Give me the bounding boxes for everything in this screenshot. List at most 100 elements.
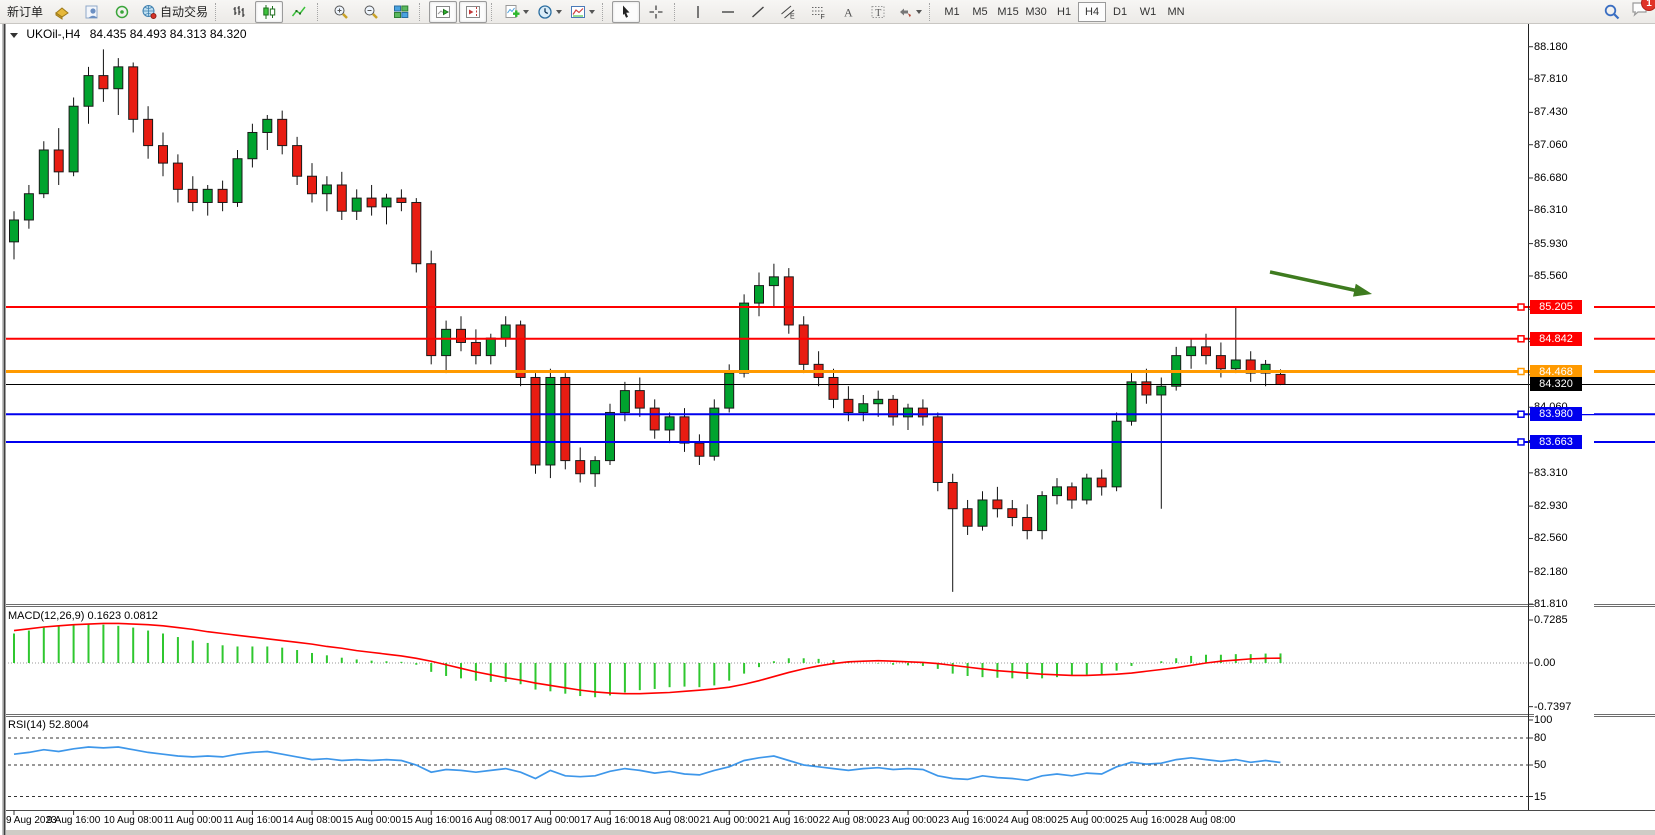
templates-button[interactable] xyxy=(567,1,598,23)
timeframe-mn-button[interactable]: MN xyxy=(1162,2,1190,22)
search-icon[interactable] xyxy=(1603,3,1621,21)
timeframe-m5-button[interactable]: M5 xyxy=(966,2,994,22)
price-tick-label: 87.060 xyxy=(1534,138,1594,152)
chat-button[interactable]: 1 xyxy=(1631,1,1649,22)
label-t-icon: T xyxy=(870,4,886,20)
cursor-button[interactable] xyxy=(612,1,640,23)
signal-icon xyxy=(114,4,130,20)
equidistant-channel-button[interactable]: E xyxy=(774,1,802,23)
dropdown-caret-icon[interactable] xyxy=(916,10,922,14)
fibonacci-button[interactable]: F xyxy=(804,1,832,23)
price-tick-label: 86.680 xyxy=(1534,171,1594,185)
trend-arrow[interactable] xyxy=(1270,272,1372,297)
tile-windows-button[interactable] xyxy=(387,1,415,23)
toolbar-separator xyxy=(317,3,323,21)
macd-tick-label: -0.7397 xyxy=(1534,700,1594,714)
line-handle[interactable] xyxy=(1518,439,1524,445)
trendline-button[interactable] xyxy=(744,1,772,23)
rsi-tick-label: 100 xyxy=(1534,713,1594,727)
macd-tick-label: 0.7285 xyxy=(1534,613,1594,627)
dropdown-caret-icon[interactable] xyxy=(589,10,595,14)
profile-icon xyxy=(84,4,100,20)
auto-trading-label: 自动交易 xyxy=(160,3,208,20)
line-handle[interactable] xyxy=(1518,369,1524,375)
vertical-line-button[interactable] xyxy=(684,1,712,23)
chart-ohlc: 84.435 84.493 84.313 84.320 xyxy=(90,27,247,41)
text-button[interactable]: A xyxy=(834,1,862,23)
gold-book-icon xyxy=(54,4,70,20)
candlestick-chart-button[interactable] xyxy=(255,1,283,23)
toolbar-separator xyxy=(674,3,680,21)
rsi-tick-label: 80 xyxy=(1534,731,1594,745)
chart-shift-button[interactable] xyxy=(459,1,487,23)
line-handle[interactable] xyxy=(1518,304,1524,310)
indicators-button[interactable] xyxy=(501,1,532,23)
timeframe-m15-button[interactable]: M15 xyxy=(994,2,1022,22)
hline-price-label: 84.468 xyxy=(1530,365,1582,379)
crosshair-button[interactable] xyxy=(642,1,670,23)
clock-icon xyxy=(537,4,553,20)
channel-icon: E xyxy=(780,4,796,20)
dropdown-caret-icon[interactable] xyxy=(556,10,562,14)
bar-chart-button[interactable] xyxy=(225,1,253,23)
rsi-tick-label: 15 xyxy=(1534,790,1594,804)
rsi-line xyxy=(14,747,1281,780)
line-chart-button[interactable] xyxy=(285,1,313,23)
profile-button[interactable] xyxy=(78,1,106,23)
vline-icon xyxy=(690,4,706,20)
chart-canvas[interactable] xyxy=(0,24,1655,835)
periods-button[interactable] xyxy=(534,1,565,23)
main-toolbar: 新订单 自动交易 E F A T M1M5M15M30H1H4D1W1MN 1 xyxy=(0,0,1655,24)
price-tick-label: 82.560 xyxy=(1534,531,1594,545)
zoom-out-icon xyxy=(363,4,379,20)
price-tick-label: 87.430 xyxy=(1534,105,1594,119)
auto-scroll-button[interactable] xyxy=(429,1,457,23)
market-watch-button[interactable] xyxy=(48,1,76,23)
chart-symbol: UKOil-,H4 xyxy=(26,27,80,41)
svg-text:E: E xyxy=(790,13,795,20)
timeframe-h1-button[interactable]: H1 xyxy=(1050,2,1078,22)
cursor-icon xyxy=(618,4,634,20)
price-tick-label: 88.180 xyxy=(1534,40,1594,54)
timeframe-w1-button[interactable]: W1 xyxy=(1134,2,1162,22)
dropdown-caret-icon[interactable] xyxy=(523,10,529,14)
arrows-icon xyxy=(897,4,913,20)
template-icon xyxy=(570,4,586,20)
zoom-out-button[interactable] xyxy=(357,1,385,23)
macd-label: MACD(12,26,9) 0.1623 0.0812 xyxy=(8,610,158,622)
zoom-in-button[interactable] xyxy=(327,1,355,23)
candles-icon xyxy=(261,4,277,20)
price-tick-label: 86.310 xyxy=(1534,203,1594,217)
timeframe-d1-button[interactable]: D1 xyxy=(1106,2,1134,22)
new-order-button[interactable]: 新订单 xyxy=(4,1,46,23)
hline-price-label: 83.663 xyxy=(1530,435,1582,449)
macd-tick-label: 0.00 xyxy=(1534,656,1594,670)
chart-menu-icon[interactable] xyxy=(10,33,18,38)
line-handle[interactable] xyxy=(1518,411,1524,417)
line-handle[interactable] xyxy=(1518,336,1524,342)
toolbar-separator xyxy=(491,3,497,21)
arrows-button[interactable] xyxy=(894,1,925,23)
toolbar-right-group: 1 xyxy=(1603,1,1649,22)
rsi-label: RSI(14) 52.8004 xyxy=(8,719,89,731)
macd-plot xyxy=(14,623,1281,697)
timeframe-m30-button[interactable]: M30 xyxy=(1022,2,1050,22)
auto-scroll-icon xyxy=(435,4,451,20)
macd-signal-line xyxy=(14,623,1281,693)
toolbar-separator xyxy=(215,3,221,21)
timeframe-m1-button[interactable]: M1 xyxy=(938,2,966,22)
svg-text:F: F xyxy=(821,14,825,20)
current-price-label: 84.320 xyxy=(1530,377,1582,391)
indicators-icon xyxy=(504,4,520,20)
toolbar-separator xyxy=(929,3,935,21)
timeframe-h4-button[interactable]: H4 xyxy=(1078,2,1106,22)
price-tick-label: 83.310 xyxy=(1534,466,1594,480)
text-label-button[interactable]: T xyxy=(864,1,892,23)
signals-button[interactable] xyxy=(108,1,136,23)
auto-trading-button[interactable]: 自动交易 xyxy=(138,1,211,23)
svg-text:T: T xyxy=(875,8,881,19)
chart-window[interactable]: UKOil-,H4 84.435 84.493 84.313 84.320 MA… xyxy=(0,24,1655,835)
line-icon xyxy=(291,4,307,20)
hline-icon xyxy=(720,4,736,20)
horizontal-line-button[interactable] xyxy=(714,1,742,23)
